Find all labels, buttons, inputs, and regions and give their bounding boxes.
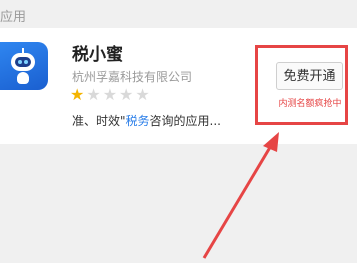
arrow-head xyxy=(263,132,279,152)
arrow-shaft xyxy=(202,143,274,259)
pointer-arrow xyxy=(202,132,279,259)
